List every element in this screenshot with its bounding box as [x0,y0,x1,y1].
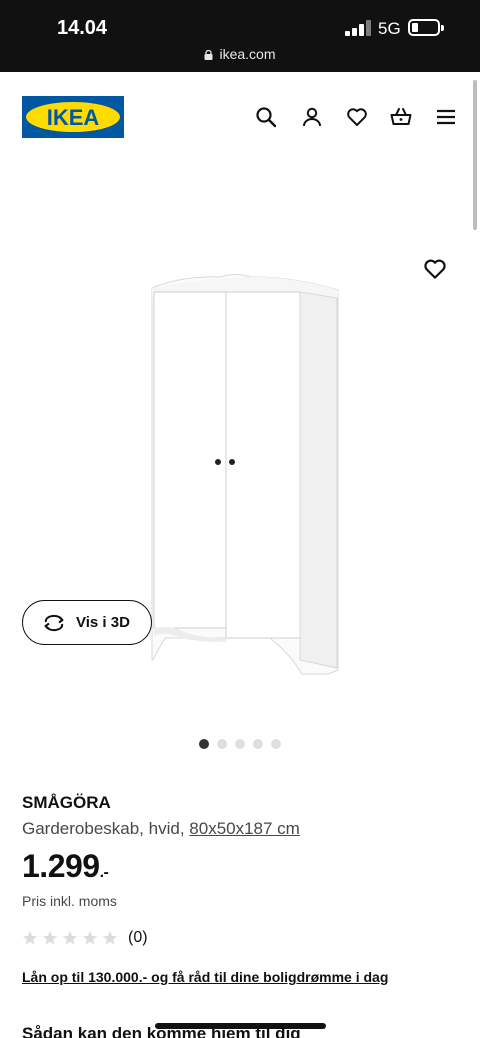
star-icon [82,931,98,945]
product-image-wardrobe[interactable] [140,270,350,680]
loan-offer-link[interactable]: Lån op til 130.000.- og få råd til dine … [22,969,388,985]
rotate-3d-icon [44,614,64,632]
network-label: 5G [378,19,401,38]
product-name: SMÅGÖRA [22,793,111,812]
gallery-dot[interactable] [199,739,209,749]
status-bar: 14.04 5G ikea.com [0,0,480,72]
review-count: (0) [128,929,148,946]
signal-icon [345,20,371,36]
price-suffix: .- [99,864,109,881]
battery-icon [408,19,444,36]
star-icon [62,931,78,945]
product-type: Garderobeskab, hvid, [22,819,185,838]
product-dimensions-link[interactable]: 80x50x187 cm [189,819,300,838]
favourites-icon[interactable] [345,105,369,129]
gallery-dot[interactable] [253,739,263,749]
menu-icon[interactable] [434,105,458,129]
gallery-dot[interactable] [271,739,281,749]
account-icon[interactable] [300,105,324,129]
address-bar[interactable]: ikea.com [0,46,480,62]
star-icon [102,931,118,945]
page-scrollbar[interactable] [473,80,477,230]
product-description: Garderobeskab, hvid, 80x50x187 cm [22,819,300,839]
star-icon [42,931,58,945]
product-price: 1.299.- [22,848,109,885]
lock-icon [204,50,213,60]
view-in-3d-label: Vis i 3D [76,614,130,631]
vat-note: Pris inkl. moms [22,893,117,909]
basket-icon[interactable] [389,105,413,129]
url-text: ikea.com [219,46,276,62]
home-indicator[interactable] [155,1023,326,1029]
view-in-3d-button[interactable]: Vis i 3D [22,600,152,645]
site-header: IKEA [0,72,480,162]
gallery-dot[interactable] [217,739,227,749]
ikea-logo[interactable]: IKEA [22,96,124,138]
price-amount: 1.299 [22,848,100,884]
add-to-favourites-icon[interactable] [422,256,448,282]
star-icon [22,931,38,945]
status-time: 14.04 [57,17,108,39]
logo-text: IKEA [47,105,100,130]
search-icon[interactable] [254,105,278,129]
gallery-dot[interactable] [235,739,245,749]
